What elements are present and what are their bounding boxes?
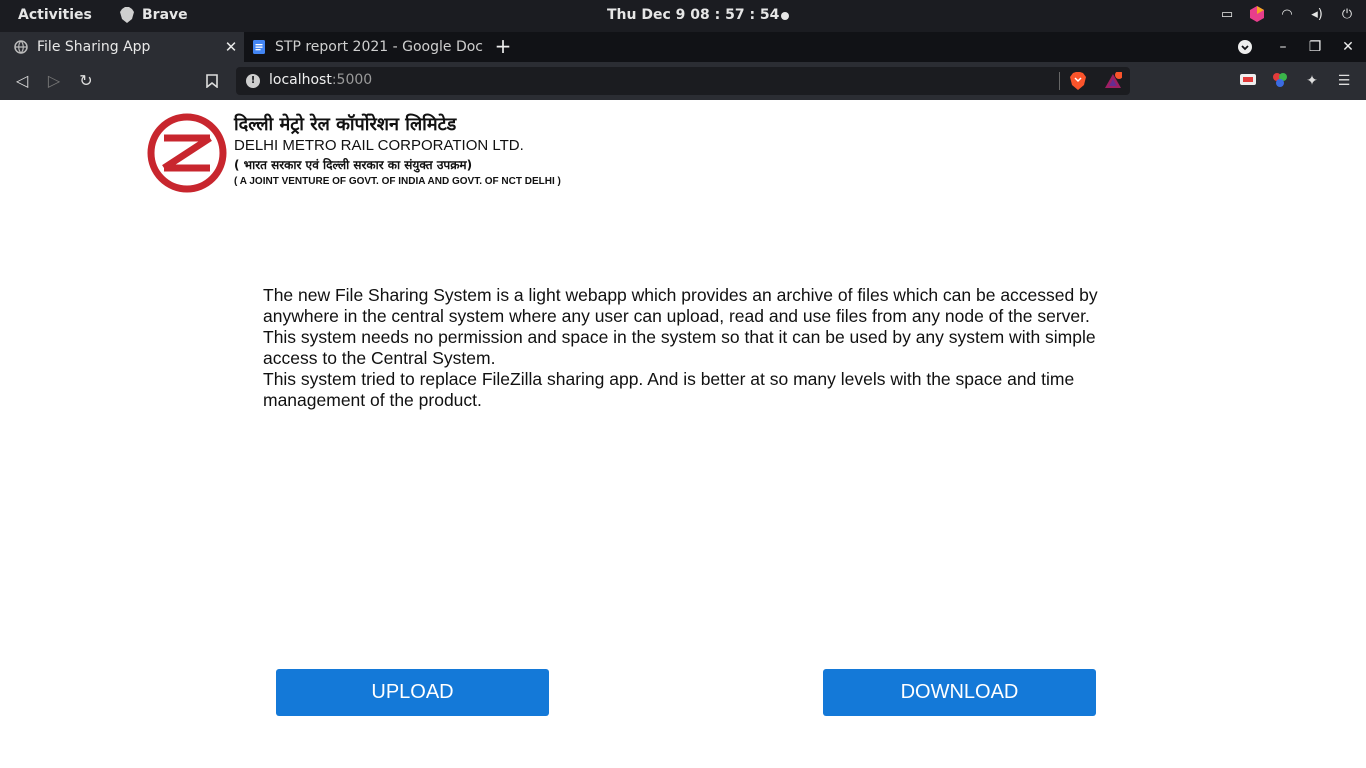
- brave-shields-icon[interactable]: [1070, 72, 1086, 90]
- site-info-icon[interactable]: !: [246, 74, 260, 88]
- close-tab-icon[interactable]: ✕: [218, 38, 244, 56]
- intro-paragraph: This system needs no permission and spac…: [263, 327, 1096, 368]
- intro-paragraph: This system tried to replace FileZilla s…: [263, 369, 1075, 410]
- close-window-icon[interactable]: ✕: [1338, 37, 1358, 57]
- volume-icon[interactable]: ◂): [1308, 6, 1326, 24]
- app-menu[interactable]: Brave: [120, 7, 188, 23]
- minimize-window-icon[interactable]: –: [1273, 37, 1293, 57]
- screen-icon[interactable]: ▭: [1218, 6, 1236, 24]
- brave-rewards-icon[interactable]: [1104, 72, 1122, 90]
- bookmark-icon[interactable]: [201, 70, 223, 92]
- new-tab-button[interactable]: +: [492, 35, 514, 57]
- browser-toolbar: ◁ ▷ ↻ ! localhost:5000 ✦ ☰: [0, 62, 1366, 100]
- org-subtitle-hindi: ( भारत सरकार एवं दिल्ली सरकार का संयुक्त…: [234, 158, 473, 172]
- url-port: :5000: [331, 72, 373, 88]
- wallet-extension-icon[interactable]: [1239, 72, 1257, 90]
- system-tray[interactable]: ▭ ◠ ◂) ⏻: [1218, 6, 1356, 24]
- org-subtitle-english: ( A JOINT VENTURE OF GOVT. OF INDIA AND …: [234, 176, 561, 187]
- app-name: Brave: [142, 7, 188, 23]
- tab-title: STP report 2021 - Google Doc: [275, 39, 483, 55]
- extensions-puzzle-icon[interactable]: ✦: [1303, 72, 1321, 90]
- page-content: दिल्ली मेट्रो रेल कॉर्पोरेशन लिमिटेड DEL…: [0, 100, 1366, 768]
- org-name-english: DELHI METRO RAIL CORPORATION LTD.: [234, 137, 524, 154]
- address-bar[interactable]: ! localhost:5000: [236, 67, 1130, 95]
- colorful-app-icon[interactable]: [1248, 6, 1266, 24]
- back-button[interactable]: ◁: [11, 70, 33, 92]
- power-icon[interactable]: ⏻: [1338, 6, 1356, 24]
- globe-icon: [14, 40, 28, 54]
- clock[interactable]: Thu Dec 9 08 : 57 : 54: [607, 7, 779, 23]
- reload-button[interactable]: ↻: [75, 70, 97, 92]
- org-name-hindi: दिल्ली मेट्रो रेल कॉर्पोरेशन लिमिटेड: [234, 114, 457, 135]
- tab-title: File Sharing App: [37, 39, 151, 55]
- color-extension-icon[interactable]: [1271, 72, 1289, 90]
- intro-text: The new File Sharing System is a light w…: [263, 285, 1108, 411]
- intro-paragraph: The new File Sharing System is a light w…: [263, 285, 1098, 326]
- tab-file-sharing-app[interactable]: File Sharing App ✕: [0, 32, 244, 62]
- url-separator: [1059, 72, 1060, 90]
- tab-search-icon[interactable]: [1235, 37, 1255, 57]
- forward-button[interactable]: ▷: [43, 70, 65, 92]
- upload-button[interactable]: UPLOAD: [276, 669, 549, 716]
- notification-dot-icon: [781, 12, 789, 20]
- org-header: दिल्ली मेट्रो रेल कॉर्पोरेशन लिमिटेड DEL…: [234, 112, 561, 187]
- google-docs-icon: [253, 40, 265, 54]
- dmrc-logo: [147, 113, 227, 193]
- url-host: localhost: [269, 72, 332, 88]
- download-button[interactable]: DOWNLOAD: [823, 669, 1096, 716]
- tab-stp-report[interactable]: STP report 2021 - Google Doc: [244, 32, 484, 62]
- tab-strip: File Sharing App ✕ STP report 2021 - Goo…: [0, 32, 1366, 62]
- brave-lion-icon: [120, 7, 134, 23]
- wifi-icon[interactable]: ◠: [1278, 6, 1296, 24]
- menu-hamburger-icon[interactable]: ☰: [1335, 72, 1353, 90]
- restore-window-icon[interactable]: ❐: [1305, 37, 1325, 57]
- system-top-bar: Activities Brave Thu Dec 9 08 : 57 : 54 …: [0, 0, 1366, 32]
- activities-button[interactable]: Activities: [18, 7, 92, 23]
- url-text[interactable]: localhost:5000: [269, 72, 372, 88]
